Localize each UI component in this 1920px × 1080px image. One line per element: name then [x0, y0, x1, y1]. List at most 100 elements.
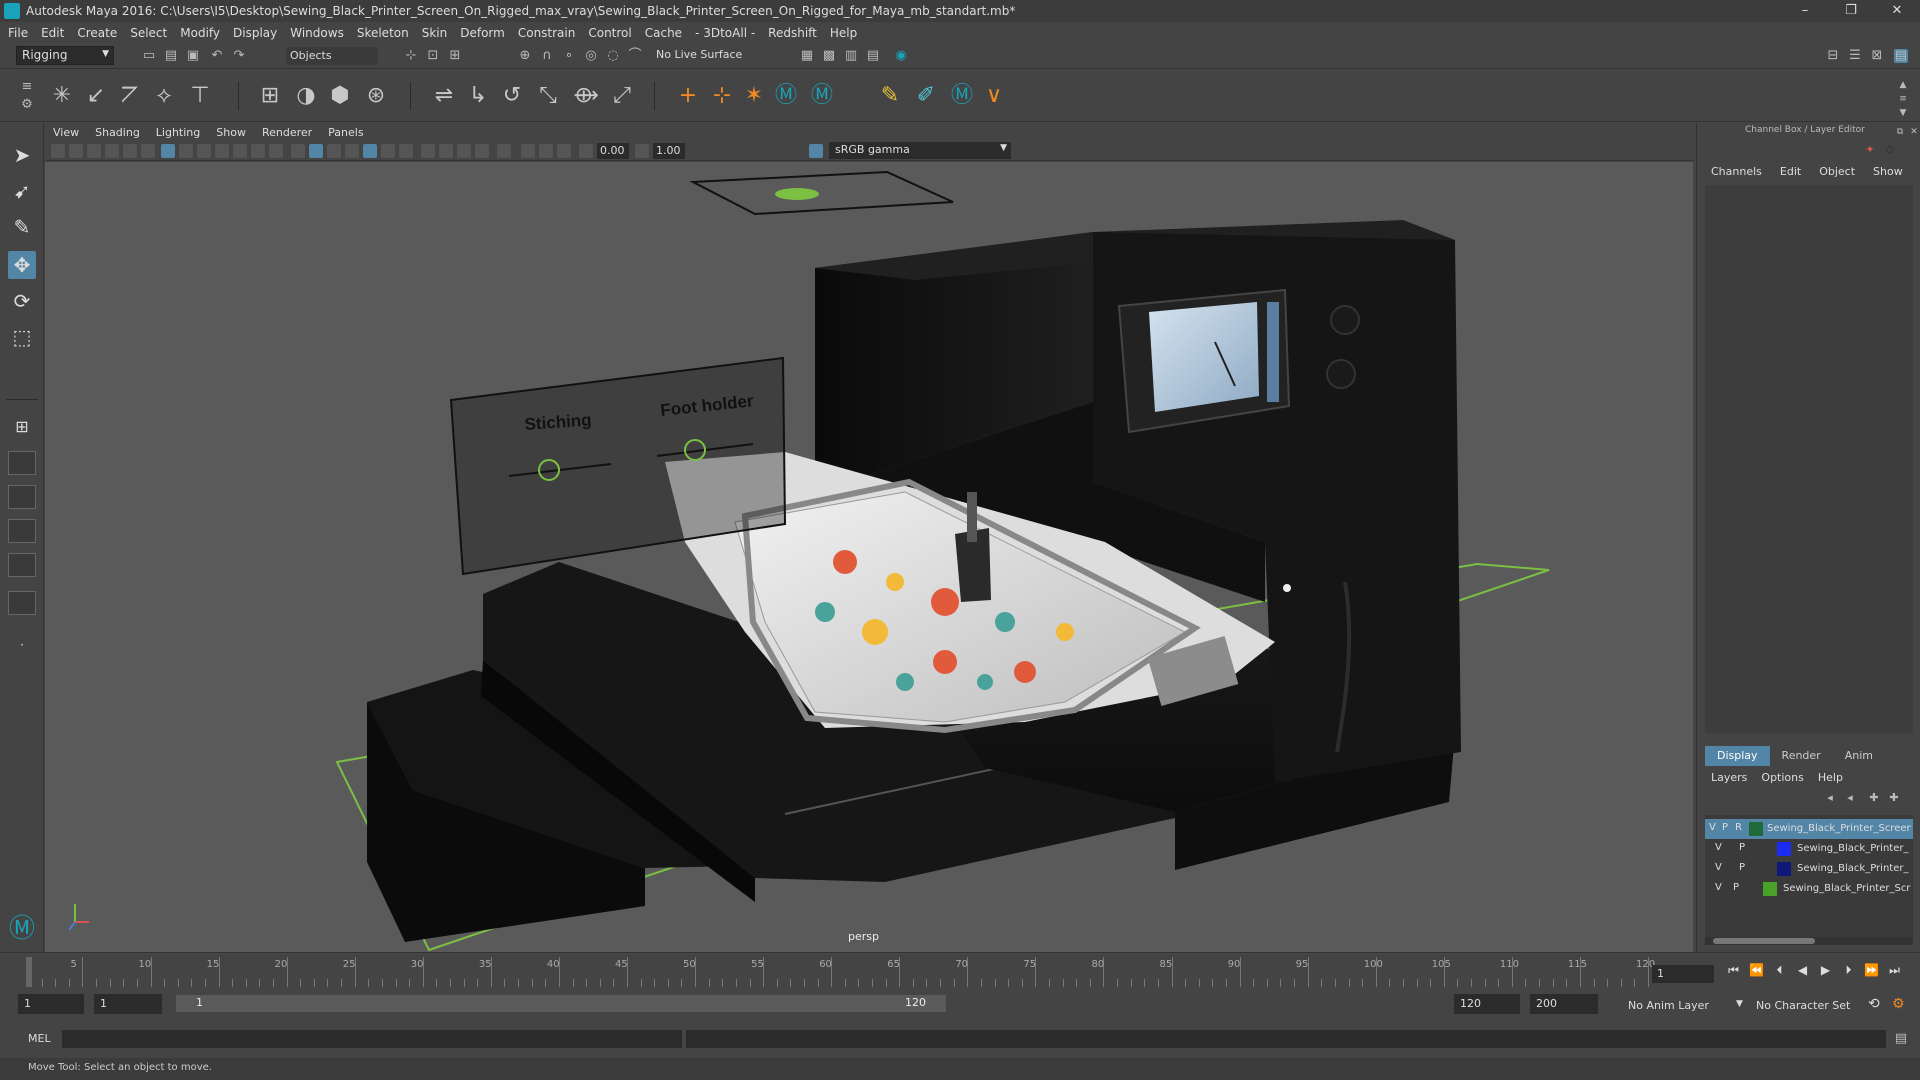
- minimize-button[interactable]: –: [1782, 0, 1828, 22]
- attribute-editor-icon[interactable]: ☰: [1848, 49, 1862, 63]
- shelf-scroll-down-icon[interactable]: ▼: [1896, 106, 1910, 120]
- animation-preferences-icon[interactable]: ⚙: [1892, 996, 1905, 1012]
- mocap-icon[interactable]: Ⓜ: [948, 82, 976, 110]
- ambient-occlusion-icon[interactable]: [421, 144, 435, 158]
- anti-aliasing-icon[interactable]: [457, 144, 471, 158]
- layer-list-scrollbar[interactable]: [1705, 937, 1913, 945]
- xray-joints-icon[interactable]: [539, 144, 553, 158]
- four-view-layout-icon[interactable]: [8, 451, 36, 475]
- menu-windows[interactable]: Windows: [290, 26, 344, 40]
- playback-end-field[interactable]: 120: [1454, 994, 1520, 1014]
- parent-constraint-icon[interactable]: ⟴: [572, 82, 600, 110]
- ipr-render-icon[interactable]: ▥: [844, 49, 858, 63]
- current-frame-field[interactable]: 1: [1652, 965, 1714, 983]
- character-set-dropdown[interactable]: No Character Set: [1756, 999, 1850, 1012]
- color-management-icon[interactable]: [809, 144, 823, 158]
- select-camera-icon[interactable]: [51, 144, 65, 158]
- auto-key-icon[interactable]: ⟲: [1868, 996, 1880, 1012]
- layer-color-swatch[interactable]: [1777, 862, 1791, 876]
- deformer-icon[interactable]: ∨: [980, 82, 1008, 110]
- layer-row[interactable]: V P R Sewing_Black_Printer_Screen: [1705, 819, 1913, 839]
- viewport-menu-view[interactable]: View: [53, 126, 79, 139]
- select-tool-icon[interactable]: ➤: [8, 141, 36, 169]
- gamma-field[interactable]: 1.00: [653, 143, 685, 159]
- viewport-menu-panels[interactable]: Panels: [328, 126, 363, 139]
- current-time-marker[interactable]: [26, 957, 32, 987]
- menu-skeleton[interactable]: Skeleton: [357, 26, 409, 40]
- open-scene-icon[interactable]: ▤: [164, 49, 178, 63]
- default-material-icon[interactable]: [327, 144, 341, 158]
- range-slider[interactable]: 1 120: [176, 995, 946, 1012]
- layer-color-swatch[interactable]: [1763, 882, 1777, 896]
- new-layer-selected-icon[interactable]: ✚: [1887, 791, 1901, 805]
- bind-skin-icon[interactable]: ⊞: [256, 82, 284, 110]
- depth-of-field-icon[interactable]: [475, 144, 489, 158]
- menu-cache[interactable]: Cache: [645, 26, 682, 40]
- maximize-button[interactable]: ❐: [1828, 0, 1874, 22]
- resolution-gate-icon[interactable]: [197, 144, 211, 158]
- close-button[interactable]: ✕: [1874, 0, 1920, 22]
- bookmark-icon[interactable]: [87, 144, 101, 158]
- undo-icon[interactable]: ↶: [210, 49, 224, 63]
- orient-constraint-icon[interactable]: ↺: [498, 82, 526, 110]
- play-backwards-icon[interactable]: ◀: [1791, 963, 1814, 978]
- modeling-toolkit-icon[interactable]: ⊟: [1826, 49, 1840, 63]
- menu-redshift[interactable]: Redshift: [768, 26, 817, 40]
- go-to-start-icon[interactable]: ⏮: [1722, 963, 1745, 978]
- le-menu-layers[interactable]: Layers: [1711, 771, 1747, 784]
- step-forward-frame-icon[interactable]: ⏵: [1837, 963, 1860, 978]
- menu-modify[interactable]: Modify: [180, 26, 220, 40]
- select-component-icon[interactable]: ⊞: [448, 49, 462, 63]
- layer-color-swatch[interactable]: [1749, 822, 1763, 836]
- hik-character-icon[interactable]: Ⓜ: [772, 82, 800, 110]
- layer-row[interactable]: V P Sewing_Black_Printer_: [1705, 839, 1913, 859]
- close-panel-icon[interactable]: ✕: [1907, 125, 1920, 139]
- new-layer-icon[interactable]: ✚: [1867, 791, 1881, 805]
- cb-menu-edit[interactable]: Edit: [1780, 165, 1801, 178]
- rotate-tool-icon[interactable]: ⟳: [8, 287, 36, 315]
- motion-blur-icon[interactable]: [439, 144, 453, 158]
- locator-icon[interactable]: +: [674, 82, 702, 110]
- render-view-icon[interactable]: ▦: [800, 49, 814, 63]
- step-back-key-icon[interactable]: ⏪: [1745, 963, 1768, 978]
- le-menu-help[interactable]: Help: [1818, 771, 1843, 784]
- snap-point-icon[interactable]: ∘: [562, 49, 576, 63]
- menu-display[interactable]: Display: [233, 26, 277, 40]
- ik-joint-icon[interactable]: ✶: [740, 82, 768, 110]
- cluster-handle-icon[interactable]: ⊹: [708, 82, 736, 110]
- scale-constraint-icon[interactable]: ⤡: [534, 82, 562, 110]
- time-slider[interactable]: 5 10 15 20 25 30 35 40 45 50 55 60 65 70 75 80 85 90 95 100…: [0, 952, 1920, 988]
- paint-weights-icon[interactable]: ✎: [876, 82, 904, 110]
- move-tool-icon[interactable]: ✥: [8, 251, 36, 279]
- tool-settings-icon[interactable]: ⊠: [1870, 49, 1884, 63]
- shelf-options-icon[interactable]: ≡: [20, 80, 34, 94]
- cb-menu-object[interactable]: Object: [1819, 165, 1855, 178]
- script-editor-icon[interactable]: ▤: [1894, 1032, 1908, 1046]
- command-input[interactable]: [62, 1030, 682, 1048]
- snap-grid-icon[interactable]: ⊕: [518, 49, 532, 63]
- command-language-label[interactable]: MEL: [28, 1032, 51, 1045]
- wireframe-icon[interactable]: [291, 144, 305, 158]
- menu-control[interactable]: Control: [588, 26, 631, 40]
- persp-graph-layout-icon[interactable]: [8, 519, 36, 543]
- create-joint-icon[interactable]: ✳: [48, 82, 76, 110]
- layer-color-swatch[interactable]: [1777, 842, 1791, 856]
- layer-name[interactable]: Sewing_Black_Printer_Scr: [1783, 883, 1911, 894]
- exposure-icon[interactable]: [579, 144, 593, 158]
- lasso-tool-icon[interactable]: ➹: [8, 177, 36, 205]
- layout-options-icon[interactable]: ·: [8, 631, 36, 659]
- menu-constrain[interactable]: Constrain: [518, 26, 576, 40]
- paint-select-tool-icon[interactable]: ✎: [8, 213, 36, 241]
- lattice-icon[interactable]: ⬢: [326, 82, 354, 110]
- layer-row[interactable]: V P Sewing_Black_Printer_: [1705, 859, 1913, 879]
- point-constraint-icon[interactable]: ⇌: [430, 82, 458, 110]
- isolate-select-icon[interactable]: [497, 144, 511, 158]
- le-menu-options[interactable]: Options: [1761, 771, 1803, 784]
- layer-row[interactable]: V P Sewing_Black_Printer_Scr: [1705, 879, 1913, 899]
- render-frame-icon[interactable]: ▩: [822, 49, 836, 63]
- field-chart-icon[interactable]: [233, 144, 247, 158]
- step-back-frame-icon[interactable]: ⏴: [1768, 963, 1791, 978]
- channel-box-area[interactable]: [1705, 185, 1913, 733]
- image-plane-icon[interactable]: [105, 144, 119, 158]
- play-forwards-icon[interactable]: ▶: [1814, 963, 1837, 978]
